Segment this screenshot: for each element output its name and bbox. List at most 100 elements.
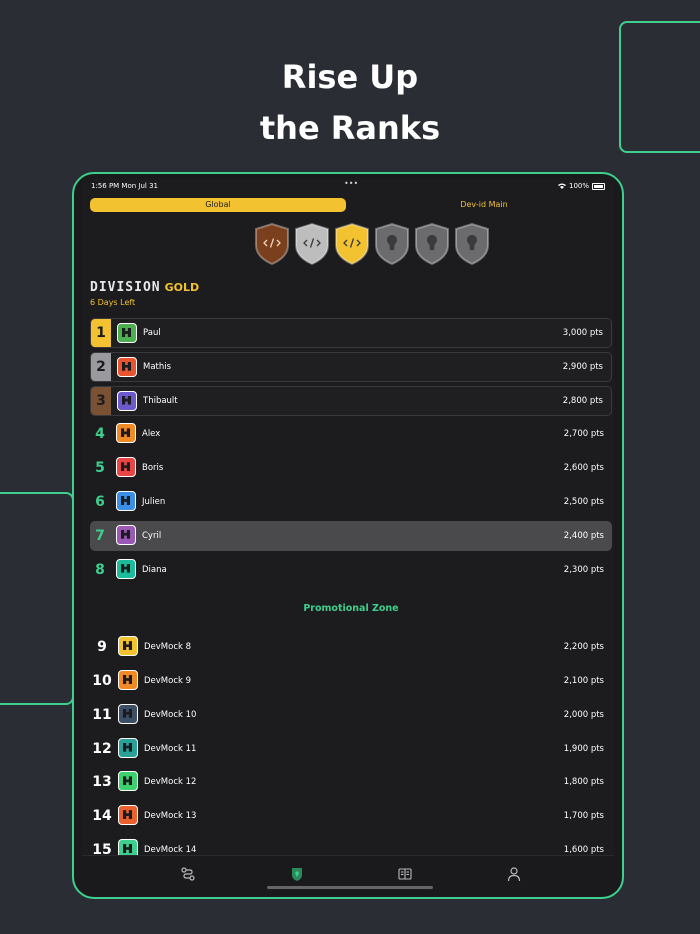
player-name: DevMock 11 <box>144 743 197 754</box>
player-name: Thibault <box>143 395 178 406</box>
leaderboard-row[interactable]: 2 Mathis 2,900 pts <box>90 351 612 382</box>
rank-number: 7 <box>95 527 105 544</box>
tab-bar <box>82 855 614 893</box>
rank-number: 12 <box>92 740 112 757</box>
player-name: Boris <box>142 463 164 474</box>
leaderboard-row[interactable]: 13 DevMock 12 1,800 pts <box>90 767 612 797</box>
rank-number: 2 <box>91 352 111 381</box>
avatar <box>116 524 136 545</box>
player-points: 2,400 pts <box>563 530 604 541</box>
player-name: Cyril <box>142 530 162 541</box>
path-icon <box>181 867 195 881</box>
leaderboard-row[interactable]: 7 Cyril 2,400 pts <box>90 520 612 551</box>
rank-number: 13 <box>92 774 112 791</box>
app-screen: 1:56 PM Mon Jul 31 ••• 100% Global Dev-i… <box>82 178 614 893</box>
tab-library[interactable] <box>395 864 415 884</box>
home-indicator <box>267 886 433 889</box>
multitask-dots[interactable]: ••• <box>344 179 358 188</box>
division-tier: GOLD <box>164 281 200 294</box>
avatar <box>118 703 138 724</box>
avatar <box>116 457 136 478</box>
promotional-zone-label: Promotional Zone <box>303 602 399 614</box>
leaderboard-row[interactable]: 12 DevMock 11 1,900 pts <box>90 734 612 764</box>
avatar <box>118 737 138 758</box>
avatar <box>116 490 136 511</box>
leaderboard-row[interactable]: 5 Boris 2,600 pts <box>90 453 612 483</box>
rank-number: 5 <box>95 460 105 477</box>
trophy-icon <box>292 868 302 881</box>
player-name: Mathis <box>143 361 172 372</box>
player-points: 2,500 pts <box>563 496 604 507</box>
leaderboard-row[interactable]: 4 Alex 2,700 pts <box>90 419 612 449</box>
avatar <box>117 356 137 377</box>
rank-number: 14 <box>92 808 112 825</box>
leaderboard-row[interactable]: 9 DevMock 8 2,200 pts <box>90 632 612 662</box>
battery-icon <box>592 182 605 190</box>
locked-shield-icon[interactable] <box>374 223 410 265</box>
avatar <box>116 558 136 579</box>
avatar <box>116 423 136 444</box>
avatar <box>118 669 138 690</box>
leaderboard-row[interactable]: 14 DevMock 13 1,700 pts <box>90 801 612 831</box>
wifi-icon <box>557 183 566 189</box>
rank-number: 8 <box>95 561 105 578</box>
rank-number: 10 <box>92 672 112 689</box>
player-name: DevMock 10 <box>144 709 197 720</box>
avatar <box>117 323 137 343</box>
player-name: Diana <box>142 564 167 575</box>
player-points: 2,600 pts <box>563 463 604 474</box>
status-right: 100% <box>557 182 605 190</box>
leaderboard-row[interactable]: 1 Paul 3,000 pts <box>90 318 612 348</box>
rank-number: 3 <box>91 386 111 415</box>
segment-dev-id-main[interactable]: Dev-id Main <box>356 198 612 212</box>
headline-line-1: Rise Up <box>281 58 419 96</box>
avatar <box>118 805 138 826</box>
leaderboard-row[interactable]: 11 DevMock 10 2,000 pts <box>90 700 612 730</box>
player-points: 2,200 pts <box>563 642 604 653</box>
rank-number: 4 <box>95 426 105 443</box>
player-name: DevMock 9 <box>144 675 192 686</box>
player-points: 2,800 pts <box>562 395 603 406</box>
leaderboard-row[interactable]: 10 DevMock 9 2,100 pts <box>90 666 612 696</box>
bronze-shield-icon[interactable] <box>254 223 290 265</box>
silver-shield-icon[interactable] <box>294 223 330 265</box>
status-bar: 1:56 PM Mon Jul 31 ••• 100% <box>82 178 614 192</box>
rank-number: 9 <box>97 639 107 656</box>
tab-challenges[interactable] <box>178 864 198 884</box>
player-name: Julien <box>142 496 166 507</box>
tab-leaderboard[interactable] <box>287 864 307 884</box>
gold-shield-icon[interactable] <box>334 223 370 265</box>
rank-number: 6 <box>95 493 105 510</box>
player-points: 2,300 pts <box>563 564 604 575</box>
division-header: DIVISION GOLD 6 Days Left <box>90 276 199 307</box>
locked-shield-icon[interactable] <box>454 223 490 265</box>
person-icon <box>507 867 521 882</box>
segment-global[interactable]: Global <box>90 198 346 212</box>
player-name: Alex <box>142 429 161 440</box>
leaderboard-row[interactable]: 3 Thibault 2,800 pts <box>90 385 612 416</box>
player-points: 2,700 pts <box>563 429 604 440</box>
locked-shield-icon[interactable] <box>414 223 450 265</box>
leaderboard-row[interactable]: 8 Diana 2,300 pts <box>90 555 612 585</box>
rank-number: 11 <box>92 706 112 723</box>
tab-profile[interactable] <box>504 864 524 884</box>
player-points: 1,700 pts <box>563 811 604 822</box>
player-name: DevMock 8 <box>144 642 192 653</box>
avatar <box>117 390 137 411</box>
player-points: 2,000 pts <box>563 709 604 720</box>
division-label: DIVISION <box>90 280 161 295</box>
headline-line-2: the Ranks <box>259 109 441 147</box>
book-icon <box>398 868 412 880</box>
leaderboard-row[interactable]: 6 Julien 2,500 pts <box>90 487 612 517</box>
player-name: Paul <box>143 328 161 338</box>
decorative-frame-left <box>0 492 74 705</box>
player-points: 1,900 pts <box>563 743 604 754</box>
player-points: 2,900 pts <box>562 361 603 372</box>
scope-segmented-control: Global Dev-id Main <box>90 198 612 212</box>
promo-headline: Rise Up the Ranks <box>0 52 700 154</box>
player-points: 2,100 pts <box>563 675 604 686</box>
player-points: 3,000 pts <box>562 328 603 338</box>
division-badges <box>254 223 490 265</box>
rank-number: 1 <box>91 319 111 347</box>
tablet-frame: 1:56 PM Mon Jul 31 ••• 100% Global Dev-i… <box>72 172 624 899</box>
